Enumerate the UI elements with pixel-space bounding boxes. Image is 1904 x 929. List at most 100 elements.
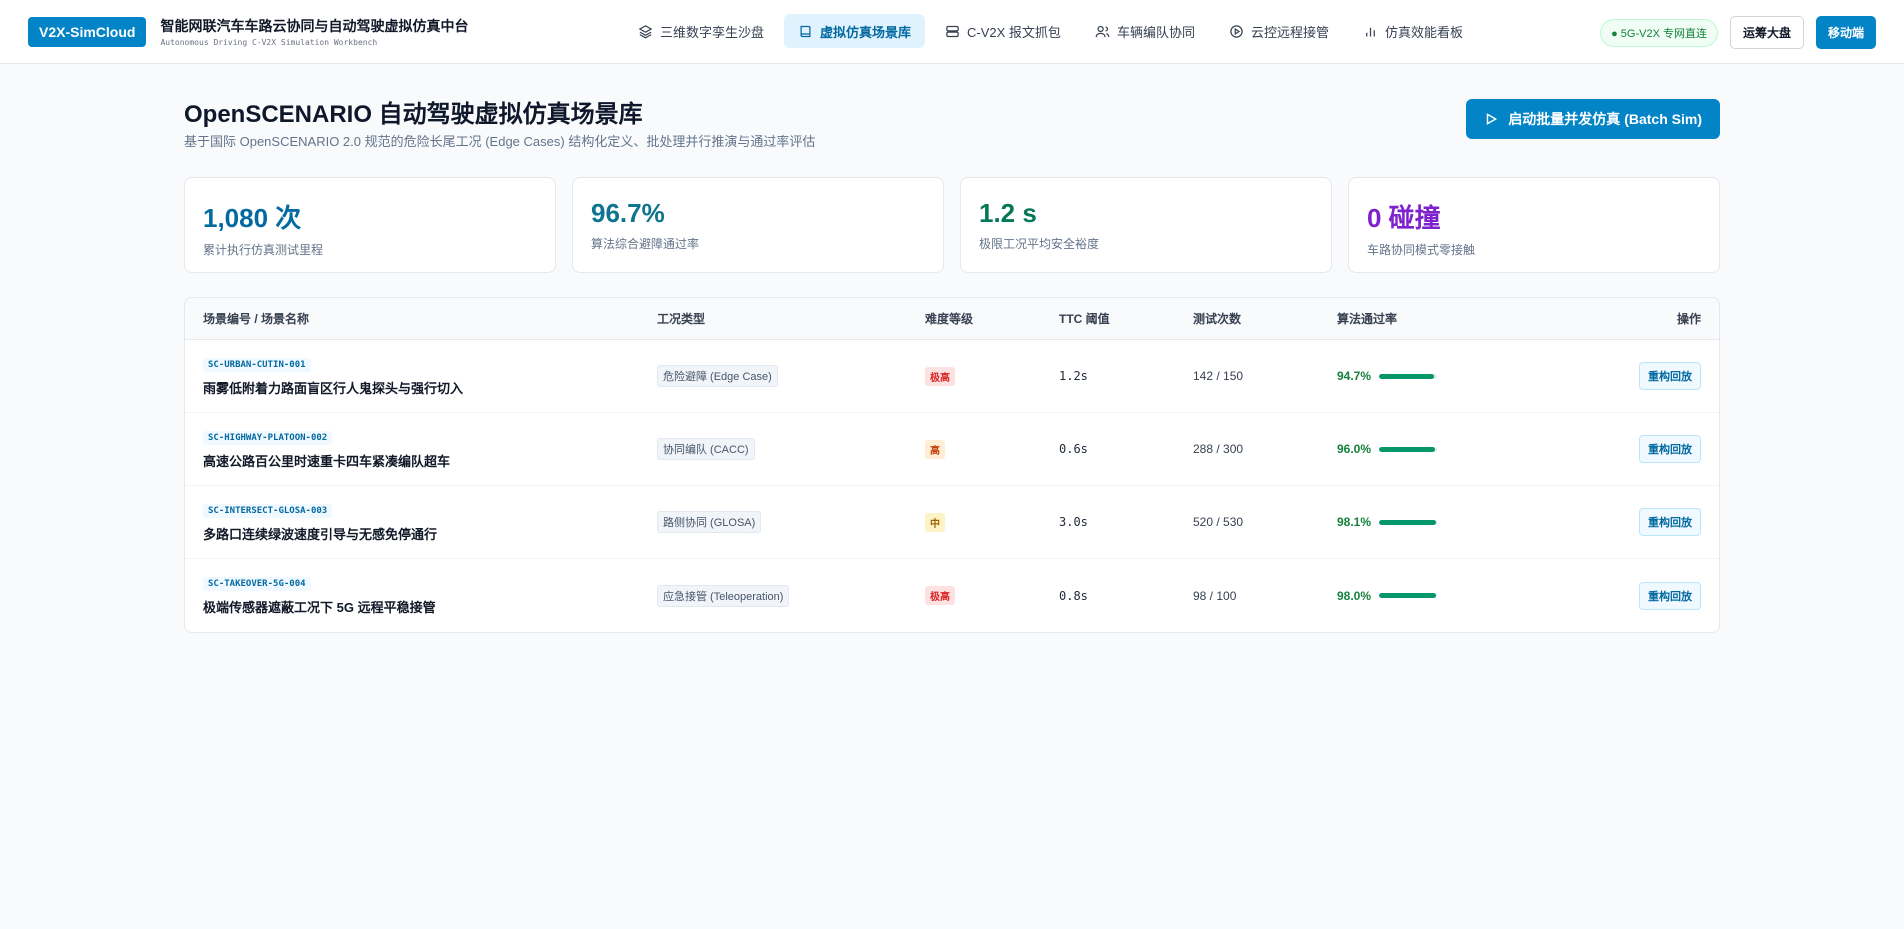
book-icon	[800, 25, 811, 37]
column-header: 场景编号 / 场景名称	[203, 312, 310, 326]
stat-value: 1.2 s	[979, 198, 1037, 228]
header-actions: ● 5G-V2X 专网直连 运筹大盘 移动端	[1600, 16, 1876, 49]
replay-button[interactable]: 重构回放	[1639, 508, 1701, 536]
table-row[interactable]: SC-TAKEOVER-5G-004 极端传感器遮蔽工况下 5G 远程平稳接管 …	[185, 559, 1719, 632]
pass-rate: 98.0%	[1337, 589, 1567, 603]
nav-label: 仿真效能看板	[1384, 24, 1463, 40]
pass-rate-cell: 98.0%	[1337, 589, 1567, 603]
scenario-code: SC-URBAN-CUTIN-001	[203, 357, 311, 372]
ttc-value: 1.2s	[1059, 369, 1088, 383]
stat-card: 0 碰撞 车路协同模式零接触	[1348, 177, 1720, 273]
batch-sim-button[interactable]: 启动批量并发仿真 (Batch Sim)	[1466, 99, 1720, 139]
layers-icon	[638, 24, 653, 38]
column-header: 测试次数	[1193, 312, 1242, 326]
batch-sim-label: 启动批量并发仿真 (Batch Sim)	[1508, 111, 1702, 127]
replay-button[interactable]: 重构回放	[1639, 362, 1701, 390]
pass-rate-bar-fill	[1379, 519, 1436, 525]
brand: 智能网联汽车车路云协同与自动驾驶虚拟仿真中台 Autonomous Drivin…	[160, 16, 468, 47]
pass-rate: 94.7%	[1337, 369, 1567, 383]
scenario-cell: SC-HIGHWAY-PLATOON-002 高速公路百公里时速重卡四车紧凑编队…	[185, 429, 657, 470]
replay-button[interactable]: 重构回放	[1639, 435, 1701, 463]
bar-chart-icon	[1366, 27, 1375, 36]
page-title: OpenSCENARIO 自动驾驶虚拟仿真场景库	[184, 101, 643, 128]
nav-item-remote-takeover[interactable]: 云控远程接管	[1215, 14, 1343, 48]
pass-rate-bar	[1379, 519, 1438, 525]
column-header: 难度等级	[925, 312, 974, 326]
action-cell: 重构回放	[1567, 508, 1719, 536]
stat-label: 车路协同模式零接触	[1367, 243, 1476, 257]
nav-item-packet-capture[interactable]: C-V2X 报文抓包	[931, 14, 1075, 48]
scenario-cell: SC-INTERSECT-GLOSA-003 多路口连续绿波速度引导与无感免停通…	[185, 502, 657, 543]
app-subtitle: Autonomous Driving C-V2X Simulation Work…	[160, 38, 378, 47]
nav-item-dashboard[interactable]: 仿真效能看板	[1349, 14, 1477, 48]
type-cell: 协同编队 (CACC)	[657, 438, 925, 460]
page-description: 基于国际 OpenSCENARIO 2.0 规范的危险长尾工况 (Edge Ca…	[184, 134, 816, 149]
nav-label: 车辆编队协同	[1116, 24, 1195, 40]
app-logo[interactable]: V2X-SimCloud	[28, 16, 147, 47]
type-tag: 应急接管 (Teleoperation)	[657, 584, 790, 607]
nav-item-platoon[interactable]: 车辆编队协同	[1081, 14, 1209, 48]
column-header: TTC 阈值	[1059, 312, 1110, 326]
scenario-cell: SC-TAKEOVER-5G-004 极端传感器遮蔽工况下 5G 远程平稳接管	[185, 575, 657, 616]
stat-card: 1,080 次 累计执行仿真测试里程	[184, 177, 556, 273]
runs-value: 520 / 530	[1193, 515, 1244, 529]
users-icon	[1095, 25, 1110, 37]
type-tag: 路侧协同 (GLOSA)	[657, 511, 762, 533]
ttc-value: 0.6s	[1059, 442, 1088, 456]
play-icon	[1487, 113, 1498, 125]
type-cell: 危险避障 (Edge Case)	[657, 365, 925, 387]
top-header: V2X-SimCloud 智能网联汽车车路云协同与自动驾驶虚拟仿真中台 Auto…	[0, 0, 1904, 64]
pass-rate: 96.0%	[1337, 442, 1567, 456]
stat-card: 1.2 s 极限工况平均安全裕度	[960, 177, 1332, 273]
network-status-badge: ● 5G-V2X 专网直连	[1600, 18, 1718, 47]
replay-button[interactable]: 重构回放	[1639, 581, 1701, 610]
nav-label: 虚拟仿真场景库	[820, 24, 912, 40]
main-nav: 三维数字孪生沙盘 虚拟仿真场景库 C-V2X 报文抓包 车辆编队协同 云控远程接…	[624, 14, 1477, 48]
pass-rate-text: 98.0%	[1337, 588, 1372, 603]
nav-item-scenario-library[interactable]: 虚拟仿真场景库	[784, 14, 926, 48]
type-cell: 路侧协同 (GLOSA)	[657, 511, 925, 533]
action-cell: 重构回放	[1567, 362, 1719, 390]
column-header: 算法通过率	[1337, 312, 1398, 326]
runs-value: 98 / 100	[1193, 588, 1237, 603]
app-title: 智能网联汽车车路云协同与自动驾驶虚拟仿真中台	[160, 18, 469, 34]
stat-label: 累计执行仿真测试里程	[203, 243, 324, 257]
mobile-button[interactable]: 移动端	[1815, 16, 1876, 49]
pass-rate-text: 94.7%	[1337, 369, 1372, 383]
pass-rate-bar	[1379, 446, 1438, 452]
table-header: 场景编号 / 场景名称 工况类型 难度等级 TTC 阈值 测试次数 算法通过率 …	[185, 298, 1719, 340]
pass-rate: 98.1%	[1337, 515, 1567, 529]
column-header: 操作	[1676, 312, 1701, 326]
main-content: OpenSCENARIO 自动驾驶虚拟仿真场景库 基于国际 OpenSCENAR…	[184, 64, 1720, 633]
pass-rate-text: 98.1%	[1337, 515, 1372, 529]
ttc-value: 3.0s	[1059, 515, 1088, 529]
scenario-name: 高速公路百公里时速重卡四车紧凑编队超车	[203, 453, 451, 469]
scenario-cell: SC-URBAN-CUTIN-001 雨雾低附着力路面盲区行人鬼探头与强行切入	[185, 356, 657, 397]
pass-rate-bar	[1379, 373, 1438, 379]
server-icon	[946, 25, 959, 37]
difficulty-badge: 极高	[925, 586, 955, 605]
pass-rate-bar	[1379, 593, 1438, 598]
type-tag: 危险避障 (Edge Case)	[657, 365, 778, 387]
table-row[interactable]: SC-INTERSECT-GLOSA-003 多路口连续绿波速度引导与无感免停通…	[185, 486, 1719, 559]
scenario-name: 极端传感器遮蔽工况下 5G 远程平稳接管	[203, 600, 436, 615]
play-circle-icon	[1230, 24, 1243, 38]
runs-value: 142 / 150	[1193, 369, 1244, 383]
difficulty-badge: 极高	[925, 366, 955, 386]
table-row[interactable]: SC-URBAN-CUTIN-001 雨雾低附着力路面盲区行人鬼探头与强行切入 …	[185, 340, 1719, 413]
table-row[interactable]: SC-HIGHWAY-PLATOON-002 高速公路百公里时速重卡四车紧凑编队…	[185, 413, 1719, 486]
ttc-value: 0.8s	[1059, 588, 1088, 603]
stat-label: 算法综合避障通过率	[591, 237, 700, 251]
stat-value: 96.7%	[591, 198, 665, 228]
stat-value: 1,080 次	[203, 203, 302, 233]
pass-rate-text: 96.0%	[1337, 442, 1372, 456]
scenario-code: SC-HIGHWAY-PLATOON-002	[203, 430, 333, 445]
runs-value: 288 / 300	[1193, 442, 1244, 456]
ops-dashboard-button[interactable]: 运筹大盘	[1729, 16, 1804, 49]
nav-item-digital-twin[interactable]: 三维数字孪生沙盘	[624, 14, 778, 48]
stat-label: 极限工况平均安全裕度	[979, 237, 1100, 251]
page-header: OpenSCENARIO 自动驾驶虚拟仿真场景库 基于国际 OpenSCENAR…	[184, 64, 1720, 174]
pass-rate-cell: 96.0%	[1337, 442, 1567, 456]
stats-row: 1,080 次 累计执行仿真测试里程 96.7% 算法综合避障通过率 1.2 s…	[184, 177, 1720, 273]
pass-rate-cell: 98.1%	[1337, 515, 1567, 529]
